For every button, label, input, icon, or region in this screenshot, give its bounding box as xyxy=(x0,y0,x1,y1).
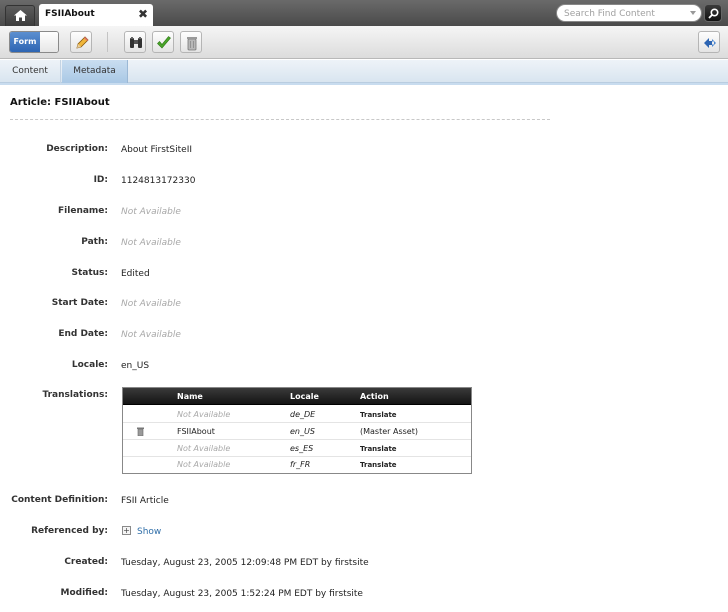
filename-label: Filename: xyxy=(58,206,108,216)
document-tab-label: FSIIAbout xyxy=(45,9,95,19)
modified-value: Tuesday, August 23, 2005 1:52:24 PM EDT … xyxy=(121,589,363,599)
document-tab[interactable]: FSIIAbout ✖ xyxy=(39,4,153,26)
content-definition-value: FSII Article xyxy=(121,496,169,506)
filename-value: Not Available xyxy=(121,207,181,217)
row-divider xyxy=(123,439,471,440)
edit-button[interactable] xyxy=(70,31,92,53)
created-value: Tuesday, August 23, 2005 12:09:48 PM EDT… xyxy=(121,558,369,568)
form-view-toggle[interactable]: Form xyxy=(9,31,59,53)
translate-link[interactable]: Translate xyxy=(360,411,397,419)
locale-value: en_US xyxy=(121,361,150,371)
modified-label: Modified: xyxy=(60,588,108,598)
approve-button[interactable] xyxy=(152,31,174,53)
tab-content[interactable]: Content xyxy=(0,60,61,83)
translations-table: Name Locale Action Not Available de_DE T… xyxy=(122,387,472,474)
referenced-by-label: Referenced by: xyxy=(31,526,108,536)
show-link[interactable]: Show xyxy=(137,527,161,537)
inspect-button[interactable] xyxy=(124,31,146,53)
row-divider xyxy=(123,456,471,457)
checkmark-icon xyxy=(157,36,171,49)
start-date-label: Start Date: xyxy=(51,298,108,308)
description-value: About FirstSiteII xyxy=(121,145,192,155)
close-icon[interactable]: ✖ xyxy=(137,7,149,21)
form-toggle-label: Form xyxy=(10,32,40,52)
table-cell-locale: de_DE xyxy=(290,410,316,419)
translations-label: Translations: xyxy=(42,390,108,400)
view-tabs: Content Metadata xyxy=(0,60,728,83)
table-cell-name: Not Available xyxy=(177,460,231,469)
path-value: Not Available xyxy=(121,238,181,248)
column-header-name: Name xyxy=(177,392,203,401)
end-date-label: End Date: xyxy=(58,329,108,339)
id-value: 1124813172330 xyxy=(121,176,196,186)
trash-icon[interactable] xyxy=(137,427,144,436)
locale-label: Locale: xyxy=(71,360,108,370)
search-icon xyxy=(708,8,719,19)
form-toggle-off xyxy=(40,32,58,52)
translations-table-header: Name Locale Action xyxy=(123,388,471,405)
status-value: Edited xyxy=(121,269,150,279)
delete-button[interactable] xyxy=(180,31,202,53)
end-date-value: Not Available xyxy=(121,330,181,340)
translate-link[interactable]: Translate xyxy=(360,445,397,453)
refresh-arrows-icon xyxy=(704,38,716,48)
table-cell-locale: fr_FR xyxy=(290,460,311,469)
translate-link[interactable]: Translate xyxy=(360,461,397,469)
expand-toggle[interactable]: + xyxy=(122,526,131,535)
divider xyxy=(10,119,550,120)
start-date-value: Not Available xyxy=(121,299,181,309)
table-cell-name: Not Available xyxy=(177,410,231,419)
search-input[interactable] xyxy=(564,7,682,20)
tab-metadata[interactable]: Metadata xyxy=(62,60,128,83)
table-cell-name: FSIIAbout xyxy=(177,427,215,436)
master-asset-label: (Master Asset) xyxy=(360,427,418,436)
created-label: Created: xyxy=(64,557,108,567)
description-label: Description: xyxy=(46,144,108,154)
status-label: Status: xyxy=(71,268,108,278)
binoculars-icon xyxy=(130,37,142,48)
chevron-down-icon[interactable] xyxy=(690,11,696,15)
pencil-icon xyxy=(76,36,89,49)
id-label: ID: xyxy=(93,175,108,185)
content-definition-label: Content Definition: xyxy=(11,495,108,505)
search-field[interactable] xyxy=(556,4,702,22)
home-icon xyxy=(14,10,27,21)
table-cell-locale: en_US xyxy=(290,427,315,436)
tab-underline xyxy=(0,83,728,85)
toolbar: Form xyxy=(0,26,728,59)
column-header-locale: Locale xyxy=(290,392,319,401)
table-cell-name: Not Available xyxy=(177,444,231,453)
refresh-button[interactable] xyxy=(698,31,720,53)
toolbar-separator xyxy=(107,32,108,52)
page-title: Article: FSIIAbout xyxy=(10,97,110,108)
search-button[interactable] xyxy=(704,4,722,22)
path-label: Path: xyxy=(81,237,108,247)
top-tab-bar: FSIIAbout ✖ xyxy=(0,0,728,26)
table-cell-locale: es_ES xyxy=(290,444,314,453)
column-header-action: Action xyxy=(360,392,389,401)
row-divider xyxy=(123,422,471,423)
home-button[interactable] xyxy=(5,5,35,26)
trash-icon xyxy=(187,37,197,51)
